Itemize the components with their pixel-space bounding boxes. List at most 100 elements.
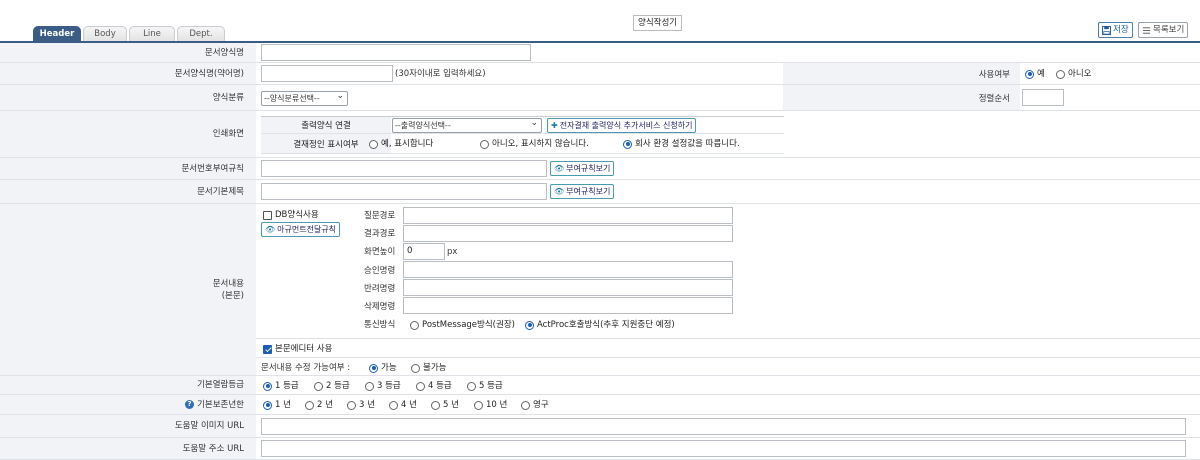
grade-1-label: 1 등급 <box>275 381 299 391</box>
radio-selected-icon <box>623 139 632 149</box>
row-numbering: 문서번호부여규칙 👁 부여규칙보기 <box>0 158 1200 180</box>
radio-icon <box>365 381 374 391</box>
grade-3[interactable]: 3 등급 <box>365 380 401 392</box>
doc-abbr-input[interactable] <box>261 65 393 82</box>
save-button[interactable]: 저장 <box>1098 22 1133 38</box>
reject-command-input[interactable] <box>403 279 733 296</box>
doc-abbr-label: 문서양식명(약어명) <box>0 63 256 84</box>
sort-input[interactable] <box>1022 89 1064 106</box>
screen-height-input[interactable]: 0 <box>403 243 445 260</box>
print-display-yes[interactable]: 예, 표시합니다 <box>369 138 433 150</box>
tab-dept[interactable]: Dept. <box>177 26 225 41</box>
numbering-input[interactable] <box>261 160 547 177</box>
grade-5[interactable]: 5 등급 <box>467 380 503 392</box>
row-print: 인쇄화면 출력양식 연결 --출력양식선택-- ✚전자결재 출력양식 추가서비스… <box>0 111 1200 158</box>
editable-no[interactable]: 불가능 <box>411 362 446 374</box>
content-divider-2 <box>256 357 1200 358</box>
save-icon <box>1102 25 1111 35</box>
row-basic-title: 문서기본제목 👁 부여규칙보기 <box>0 180 1200 204</box>
approve-command-label: 승인명령 <box>364 266 396 276</box>
retention-4[interactable]: 4 년 <box>389 399 417 411</box>
print-display-row: 결재정인 표시여부 예, 표시합니다 아니오, 표시하지 않습니다. 회사 환경… <box>261 134 784 154</box>
retention-1[interactable]: 1 년 <box>263 399 291 411</box>
content-label: 문서내용 (본문) <box>0 204 256 375</box>
print-service-button[interactable]: ✚ 전자결재 출력양식 추가서비스 신청하기 <box>547 118 697 133</box>
retention-2[interactable]: 2 년 <box>305 399 333 411</box>
use-yn-yes-label: 예 <box>1037 69 1045 79</box>
grade-label: 기본열람등급 <box>0 376 256 394</box>
comm-actproc-label: ActProc호출방식(추후 지원중단 예정) <box>537 320 675 330</box>
radio-selected-icon <box>263 400 272 410</box>
grade-4[interactable]: 4 등급 <box>416 380 452 392</box>
checkbox-checked-icon <box>263 344 272 354</box>
help-icon[interactable]: ? <box>185 400 195 409</box>
delete-command-input[interactable] <box>403 297 733 314</box>
result-path-input[interactable] <box>403 225 733 242</box>
argument-rule-button[interactable]: 👁 아규먼트전달규칙 <box>261 222 341 237</box>
result-path-label: 결과경로 <box>364 229 396 239</box>
radio-selected-icon <box>1025 69 1034 79</box>
comm-postmessage[interactable]: PostMessage방식(권장) <box>410 319 515 331</box>
print-display-company[interactable]: 회사 환경 설정값을 따릅니다. <box>623 138 740 150</box>
doc-abbr-hint: (30자이내로 입력하세요) <box>395 69 486 79</box>
editable-label: 문서내용 수정 가능여부 : <box>261 363 351 373</box>
basic-title-rule-label: 부여규칙보기 <box>566 187 611 196</box>
eye-icon: 👁 <box>554 187 565 196</box>
retention-5-label: 5 년 <box>443 400 459 410</box>
help-url-input[interactable] <box>261 440 1186 457</box>
retention-3-label: 3 년 <box>359 400 375 410</box>
content-label-line2: (본문) <box>221 290 244 301</box>
print-display-no[interactable]: 아니오, 표시하지 않습니다. <box>480 138 589 150</box>
row-doc-name: 문서양식명 <box>0 43 1200 63</box>
help-image-input[interactable] <box>261 418 1186 435</box>
list-button[interactable]: 목록보기 <box>1138 22 1189 38</box>
print-link-row: 출력양식 연결 --출력양식선택-- ✚전자결재 출력양식 추가서비스 신청하기 <box>261 117 784 134</box>
row-content: 문서내용 (본문) DB양식사용 👁 아규먼트전달규칙 질문경로 결과경로 화면높… <box>0 204 1200 376</box>
grade-5-label: 5 등급 <box>479 381 503 391</box>
screen-height-label: 화면높이 <box>364 247 396 257</box>
grade-2-label: 2 등급 <box>326 381 350 391</box>
retention-2-label: 2 년 <box>317 400 333 410</box>
grade-4-label: 4 등급 <box>428 381 452 391</box>
retention-5[interactable]: 5 년 <box>431 399 459 411</box>
grade-1[interactable]: 1 등급 <box>263 380 299 392</box>
print-service-label: 전자결재 출력양식 추가서비스 신청하기 <box>559 121 693 130</box>
numbering-rule-button[interactable]: 👁 부여규칙보기 <box>550 161 615 176</box>
basic-title-rule-button[interactable]: 👁 부여규칙보기 <box>550 184 615 199</box>
tab-line[interactable]: Line <box>129 26 175 41</box>
retention-10[interactable]: 10 년 <box>474 399 507 411</box>
row-help-image: 도움말 이미지 URL <box>0 415 1200 438</box>
retention-permanent[interactable]: 영구 <box>521 399 549 411</box>
category-select[interactable]: --양식분류선택-- <box>261 90 348 106</box>
radio-icon <box>410 320 419 330</box>
grade-2[interactable]: 2 등급 <box>314 380 350 392</box>
db-use-label: DB양식사용 <box>275 210 319 220</box>
use-yn-label: 사용여부 <box>783 63 1020 84</box>
use-yn-yes[interactable]: 예 <box>1025 68 1045 80</box>
comm-actproc[interactable]: ActProc호출방식(추후 지원중단 예정) <box>525 319 675 331</box>
print-display-yes-label: 예, 표시합니다 <box>381 139 434 149</box>
numbering-rule-label: 부여규칙보기 <box>566 164 611 173</box>
doc-name-label: 문서양식명 <box>0 43 256 62</box>
screen-height-unit: px <box>447 247 458 257</box>
tab-body[interactable]: Body <box>83 26 127 41</box>
db-use-checkbox[interactable]: DB양식사용 <box>263 209 319 221</box>
retention-permanent-label: 영구 <box>533 400 549 410</box>
help-image-label: 도움말 이미지 URL <box>0 415 256 437</box>
radio-icon <box>474 400 483 410</box>
form-title: 양식작성기 <box>633 15 683 31</box>
retention-3[interactable]: 3 년 <box>347 399 375 411</box>
editor-use-checkbox[interactable]: 본문에디터 사용 <box>263 343 332 355</box>
query-path-input[interactable] <box>403 207 733 224</box>
radio-selected-icon <box>369 363 378 373</box>
editable-yes[interactable]: 가능 <box>369 362 397 374</box>
basic-title-input[interactable] <box>261 183 547 200</box>
use-yn-no[interactable]: 아니오 <box>1056 68 1091 80</box>
numbering-label: 문서번호부여규칙 <box>0 158 256 179</box>
doc-name-input[interactable] <box>261 44 531 61</box>
approve-command-input[interactable] <box>403 261 733 278</box>
editable-yes-label: 가능 <box>381 363 397 373</box>
print-link-select[interactable]: --출력양식선택-- <box>392 117 542 133</box>
retention-4-label: 4 년 <box>401 400 417 410</box>
tab-header[interactable]: Header <box>33 26 81 41</box>
